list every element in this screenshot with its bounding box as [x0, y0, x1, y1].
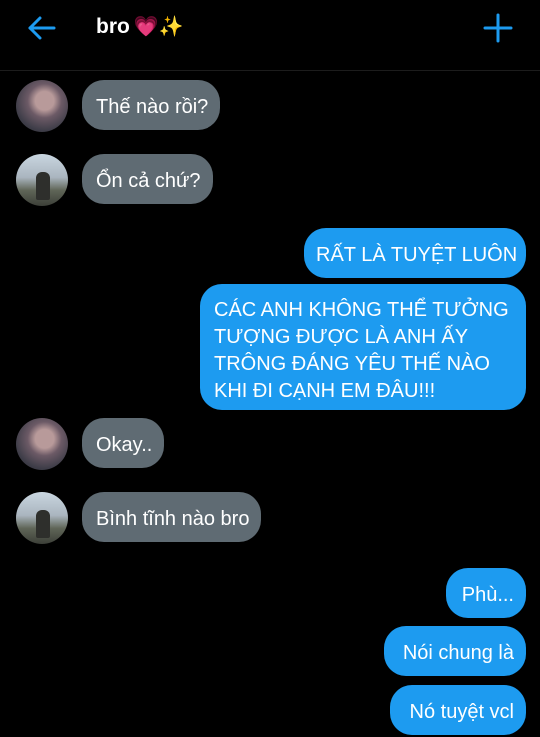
avatar[interactable]: [16, 492, 68, 544]
plus-icon: [483, 13, 513, 43]
message-bubble-outgoing[interactable]: CÁC ANH KHÔNG THỂ TƯỞNG TƯỢNG ĐƯỢC LÀ AN…: [200, 284, 526, 410]
header-divider: [0, 70, 540, 71]
add-button[interactable]: [482, 12, 514, 44]
message-bubble-outgoing[interactable]: Nói chung là: [384, 626, 526, 676]
title-emoji: 💗✨: [133, 16, 184, 38]
message-bubble-incoming[interactable]: Ổn cả chứ?: [82, 154, 213, 204]
message-bubble-outgoing[interactable]: RẤT LÀ TUYỆT LUÔN: [304, 228, 526, 278]
message-bubble-incoming[interactable]: Bình tĩnh nào bro: [82, 492, 262, 542]
conversation-title[interactable]: bro 💗✨: [96, 14, 184, 39]
avatar[interactable]: [16, 80, 68, 132]
back-arrow-icon: [28, 16, 56, 40]
chat-header: bro 💗✨: [0, 0, 540, 60]
message-bubble-incoming[interactable]: Thế nào rồi?: [82, 80, 221, 130]
message-bubble-outgoing[interactable]: Phù...: [446, 568, 526, 618]
message-bubble-outgoing[interactable]: Nó tuyệt vcl: [390, 685, 526, 735]
avatar[interactable]: [16, 418, 68, 470]
back-button[interactable]: [26, 14, 58, 42]
message-bubble-incoming[interactable]: Okay..: [82, 418, 165, 468]
avatar[interactable]: [16, 154, 68, 206]
conversation-name: bro: [96, 14, 130, 38]
